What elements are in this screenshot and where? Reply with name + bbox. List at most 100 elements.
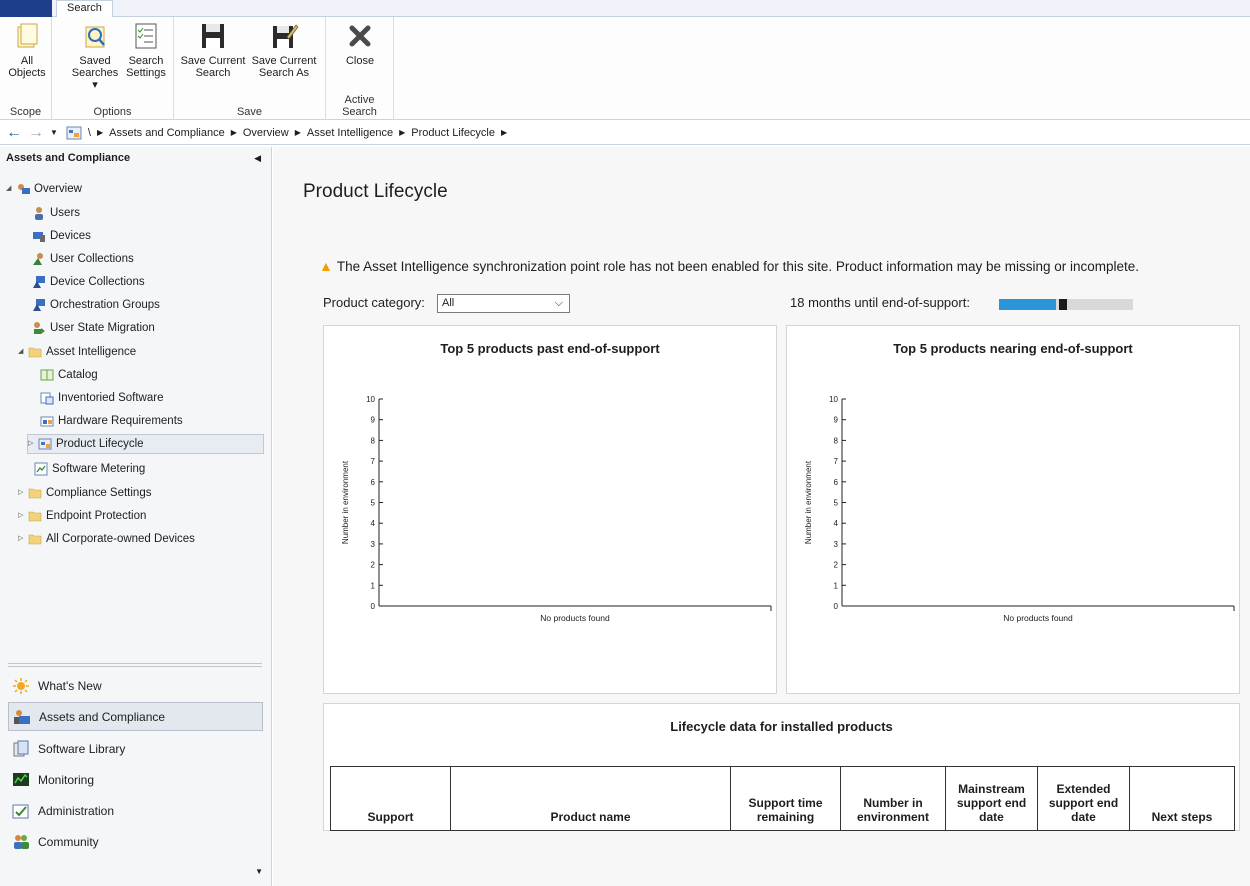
lifecycle-table-title: Lifecycle data for installed products: [670, 719, 893, 734]
chart-plot: 0 1 2 3 4 5 6 7 8 9 10 Number in environment No prod…: [341, 395, 772, 623]
breadcrumb-separator-icon[interactable]: ▶: [399, 128, 405, 137]
y-tick-label: 3: [371, 540, 376, 549]
months-until-end-of-support-label: 18 months until end-of-support:: [790, 295, 970, 310]
workspace-whats-new[interactable]: What's New: [8, 671, 263, 700]
folder-icon: [28, 488, 42, 499]
breadcrumb-separator-icon[interactable]: ▶: [295, 128, 301, 137]
tab-search[interactable]: Search: [56, 0, 113, 18]
collapsed-chevron-icon[interactable]: ▷: [18, 506, 28, 526]
y-tick-label: 10: [366, 395, 375, 404]
collapse-pane-icon[interactable]: ◀: [254, 147, 261, 169]
column-header-extended-support-end-date[interactable]: Extended support end date: [1037, 766, 1130, 831]
back-arrow-icon[interactable]: ←: [6, 124, 22, 142]
tree-item-device-collections[interactable]: Device Collections: [32, 272, 145, 292]
workspace-assets-and-compliance[interactable]: Assets and Compliance: [8, 702, 263, 731]
tree-item-devices[interactable]: Devices: [32, 226, 91, 246]
navigation-pane: Assets and Compliance ◀ ◢ Overview Users…: [0, 147, 272, 886]
tree-item-hardware-requirements[interactable]: Hardware Requirements: [40, 411, 183, 431]
y-tick-label: 3: [834, 540, 839, 549]
tree-item-software-metering[interactable]: Software Metering: [34, 459, 145, 479]
save-as-icon: [273, 24, 299, 48]
file-tab[interactable]: [0, 0, 52, 17]
breadcrumb-assets-and-compliance[interactable]: Assets and Compliance: [109, 127, 225, 139]
breadcrumb-separator-icon[interactable]: ▶: [501, 128, 507, 137]
tree-item-user-state-migration[interactable]: User State Migration: [32, 318, 155, 338]
page-title: Product Lifecycle: [303, 181, 448, 202]
forward-arrow-icon[interactable]: →: [28, 124, 44, 142]
tree-item-asset-intelligence[interactable]: ◢ Asset Intelligence: [18, 342, 136, 362]
tree-item-compliance-settings[interactable]: ▷ Compliance Settings: [18, 483, 151, 503]
expanded-chevron-icon[interactable]: ◢: [6, 179, 16, 199]
months-until-end-of-support-slider[interactable]: [999, 299, 1133, 310]
months-slider-fill: [999, 299, 1057, 310]
save-current-search-as-button[interactable]: Save Current Search As: [250, 21, 318, 79]
column-header-product-name[interactable]: Product name: [450, 766, 731, 831]
ribbon-group-label: Save: [236, 106, 263, 118]
workspace-administration[interactable]: Administration: [8, 796, 263, 825]
tree-item-inventoried-software[interactable]: Inventoried Software: [40, 388, 163, 408]
collapsed-chevron-icon[interactable]: ▷: [18, 529, 28, 549]
overview-icon: [18, 184, 30, 194]
y-tick-label: 8: [834, 436, 839, 445]
product-category-label: Product category:: [323, 295, 425, 310]
save-icon: [202, 24, 224, 48]
product-lifecycle-icon: [38, 438, 52, 450]
column-header-support-time-remaining[interactable]: Support time remaining: [730, 766, 841, 831]
months-slider-thumb[interactable]: [1059, 299, 1068, 310]
breadcrumb-product-lifecycle[interactable]: Product Lifecycle: [411, 127, 495, 139]
y-tick-label: 7: [834, 457, 839, 466]
column-header-mainstream-support-end-date[interactable]: Mainstream support end date: [945, 766, 1038, 831]
y-tick-label: 4: [834, 519, 839, 528]
column-header-support[interactable]: Support: [330, 766, 451, 831]
breadcrumb-asset-intelligence[interactable]: Asset Intelligence: [307, 127, 393, 139]
all-objects-button[interactable]: All Objects: [8, 21, 46, 79]
column-header-next-steps[interactable]: Next steps: [1129, 766, 1235, 831]
chevron-down-icon: ⌵: [554, 297, 563, 309]
ribbon-group-scope: All Objects Scope: [0, 17, 52, 120]
product-category-select[interactable]: All ⌵: [437, 294, 570, 313]
close-button[interactable]: Close: [338, 21, 382, 67]
history-dropdown-icon[interactable]: ▼: [50, 128, 58, 137]
folder-icon: [28, 534, 42, 545]
chart-plot: 0 1 2 3 4 5 6 7 8 9 10 Number in environment No prod…: [804, 395, 1235, 623]
workspace-software-library[interactable]: Software Library: [8, 734, 263, 763]
workspace-community[interactable]: Community: [8, 827, 263, 856]
close-icon: [349, 25, 371, 47]
tree-item-orchestration-groups[interactable]: Orchestration Groups: [32, 295, 160, 315]
tree-item-catalog[interactable]: Catalog: [40, 365, 98, 385]
monitoring-icon: [13, 772, 29, 786]
main-content: Product Lifecycle ▲ The Asset Intelligenc…: [273, 147, 1250, 886]
saved-searches-button[interactable]: Saved Searches ▾: [70, 21, 120, 91]
save-current-search-button[interactable]: Save Current Search: [180, 21, 246, 79]
pane-splitter[interactable]: [8, 663, 262, 667]
tree-item-users[interactable]: Users: [32, 203, 80, 223]
user-collection-icon: [33, 253, 43, 265]
collapsed-chevron-icon[interactable]: ▷: [28, 434, 38, 454]
search-settings-button[interactable]: Search Settings: [122, 21, 170, 79]
collapsed-chevron-icon[interactable]: ▷: [18, 483, 28, 503]
breadcrumb-separator-icon[interactable]: ▶: [97, 128, 103, 137]
orchestration-group-icon: [33, 299, 45, 311]
scroll-down-icon[interactable]: ▼: [255, 867, 263, 876]
y-tick-label: 2: [834, 561, 839, 570]
software-metering-icon: [34, 462, 48, 476]
expanded-chevron-icon[interactable]: ◢: [18, 342, 28, 362]
chart-past-end-of-support: Top 5 products past end-of-support 01234…: [323, 325, 777, 694]
tree-item-overview[interactable]: ◢ Overview: [6, 179, 82, 199]
workspace-monitoring[interactable]: Monitoring: [8, 765, 263, 794]
tree-item-user-collections[interactable]: User Collections: [32, 249, 134, 269]
y-tick-label: 0: [834, 602, 839, 611]
breadcrumb-root[interactable]: \: [88, 127, 91, 139]
sun-star-icon: [13, 677, 29, 694]
tree-item-all-corporate-owned-devices[interactable]: ▷ All Corporate-owned Devices: [18, 529, 195, 549]
device-collection-icon: [33, 276, 45, 288]
breadcrumb-overview[interactable]: Overview: [243, 127, 289, 139]
warning-icon: ▲: [319, 258, 333, 274]
column-header-number-in-environment[interactable]: Number in environment: [840, 766, 946, 831]
lifecycle-table: Support Product name Support time remaini…: [330, 766, 1235, 831]
y-tick-label: 6: [371, 478, 376, 487]
breadcrumb-separator-icon[interactable]: ▶: [231, 128, 237, 137]
tree-item-product-lifecycle[interactable]: ▷ Product Lifecycle: [27, 434, 264, 454]
community-icon: [14, 834, 29, 849]
tree-item-endpoint-protection[interactable]: ▷ Endpoint Protection: [18, 506, 146, 526]
